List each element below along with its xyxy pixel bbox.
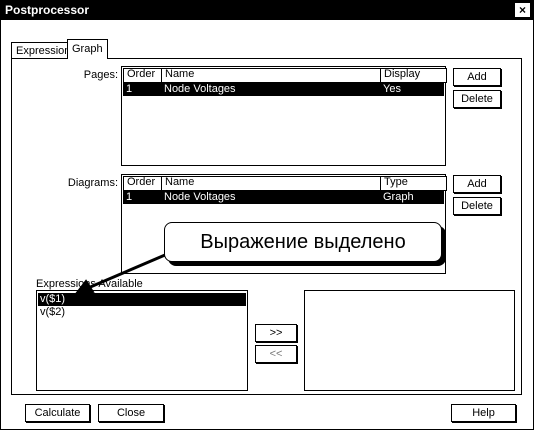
annotation-callout: Выражение выделено (164, 222, 442, 262)
callout-arrow (73, 250, 173, 296)
